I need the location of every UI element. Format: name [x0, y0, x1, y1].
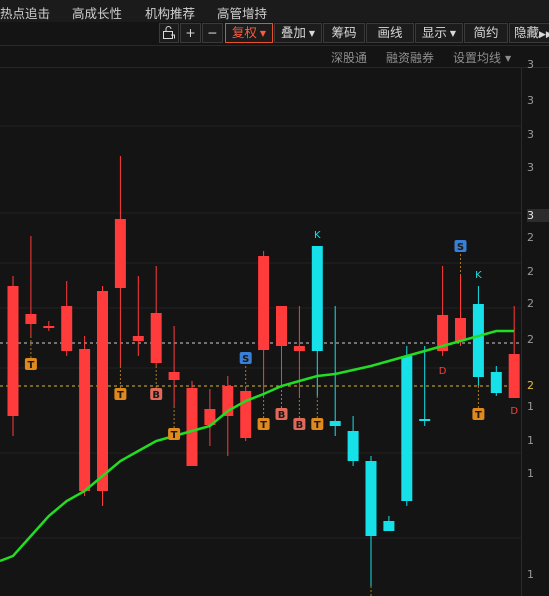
candle-body	[329, 421, 341, 426]
display-label: 显示	[421, 25, 447, 40]
candle-body	[7, 286, 19, 416]
marker-badge-text: T	[314, 420, 321, 431]
price-axis-separator	[521, 68, 522, 596]
y-tick: 2	[527, 265, 534, 278]
margin-trading-toggle[interactable]: 融资融券	[386, 49, 434, 66]
candlestick-chart[interactable]: TTBTSTBBKTTSKTDD	[0, 68, 521, 596]
candle-body	[365, 461, 377, 536]
marker-badge-text: B	[278, 410, 286, 421]
candle-body	[347, 431, 359, 461]
candle-body	[401, 356, 413, 501]
set-ma-label: 设置均线	[453, 51, 502, 65]
overlay-dropdown[interactable]: 叠加 ▼	[274, 23, 322, 43]
candle-body	[168, 372, 180, 380]
marker-badge-text: T	[117, 390, 124, 401]
simple-mode-button[interactable]: 简约	[464, 23, 508, 43]
candle-body	[383, 521, 395, 531]
sub-toolbar: 深股通 融资融券 设置均线 ▼	[0, 46, 549, 68]
candle-body	[293, 346, 305, 351]
candle-body	[472, 304, 484, 377]
chevron-down-icon: ▼	[259, 29, 267, 38]
y-tick: 1	[527, 568, 534, 581]
chevron-down-icon: ▼	[308, 29, 316, 38]
candle-body	[311, 246, 323, 351]
chart-toolbar: + − 复权▼ 叠加▼ 筹码 画线 显示▼ 简约 隐藏▶▶	[0, 22, 549, 46]
y-tick: 2	[527, 297, 534, 310]
y-tick: 2	[527, 333, 534, 346]
candle-body	[419, 419, 431, 421]
marker-label-d: D	[439, 366, 447, 377]
marker-badge-text: T	[27, 360, 34, 371]
y-tick: 2	[527, 231, 534, 244]
fuquan-dropdown[interactable]: 复权 ▼	[225, 23, 273, 43]
chevron-down-icon: ▼	[449, 29, 457, 38]
candle-body	[508, 354, 520, 398]
nav-institution[interactable]: 机构推荐	[145, 3, 195, 22]
candle-body	[186, 388, 198, 466]
marker-badge-text: S	[242, 354, 249, 365]
marker-label-k: K	[314, 230, 321, 241]
y-tick: 1	[527, 434, 534, 447]
marker-badge-text: B	[296, 420, 304, 431]
candle-body	[79, 349, 91, 491]
overlay-label: 叠加	[280, 25, 306, 40]
candle-body	[276, 306, 287, 346]
candle-body	[43, 326, 55, 328]
marker-label-d: D	[510, 406, 518, 417]
candle-body	[240, 391, 252, 438]
marker-badge-text: T	[171, 430, 178, 441]
chips-button[interactable]: 筹码	[323, 23, 365, 43]
draw-line-button[interactable]: 画线	[366, 23, 414, 43]
set-ma-dropdown[interactable]: 设置均线 ▼	[453, 49, 511, 66]
candle-body	[490, 372, 502, 393]
nav-high-growth[interactable]: 高成长性	[72, 3, 122, 22]
lock-sync-icon	[163, 26, 175, 39]
fuquan-label: 复权	[231, 25, 257, 40]
y-tick-highlight: 3	[527, 209, 549, 222]
candle-body	[258, 256, 270, 350]
y-tick: 1	[527, 400, 534, 413]
y-tick-current: 2	[527, 379, 534, 392]
nav-exec-increase[interactable]: 高管增持	[217, 3, 267, 22]
candle-body	[97, 291, 108, 491]
candle-body	[455, 318, 466, 341]
y-tick: 3	[527, 161, 534, 174]
marker-badge-text: S	[457, 242, 464, 253]
ma-line	[0, 329, 515, 563]
marker-badge-text: B	[152, 390, 160, 401]
candle-body	[132, 336, 144, 341]
marker-badge-text: T	[260, 420, 267, 431]
display-dropdown[interactable]: 显示 ▼	[415, 23, 463, 43]
zoom-out-button[interactable]: −	[202, 23, 223, 43]
marker-badge-text: T	[475, 410, 482, 421]
y-tick: 1	[527, 467, 534, 480]
candle-body	[150, 313, 162, 363]
y-tick: 3	[527, 58, 534, 71]
nav-hot-track[interactable]: 热点追击	[0, 3, 50, 22]
lock-sync-button[interactable]	[159, 23, 179, 43]
y-tick: 4	[527, 24, 534, 37]
marker-label-k: K	[475, 270, 482, 281]
zoom-in-button[interactable]: +	[180, 23, 201, 43]
top-nav-bar: 热点追击 高成长性 机构推荐 高管增持	[0, 0, 549, 22]
candle-body	[114, 219, 126, 288]
candle-body	[25, 314, 37, 324]
chevron-down-icon: ▼	[505, 54, 512, 63]
y-tick: 3	[527, 94, 534, 107]
y-tick: 3	[527, 128, 534, 141]
shengutong-toggle[interactable]: 深股通	[331, 49, 367, 66]
candle-body	[61, 306, 73, 351]
